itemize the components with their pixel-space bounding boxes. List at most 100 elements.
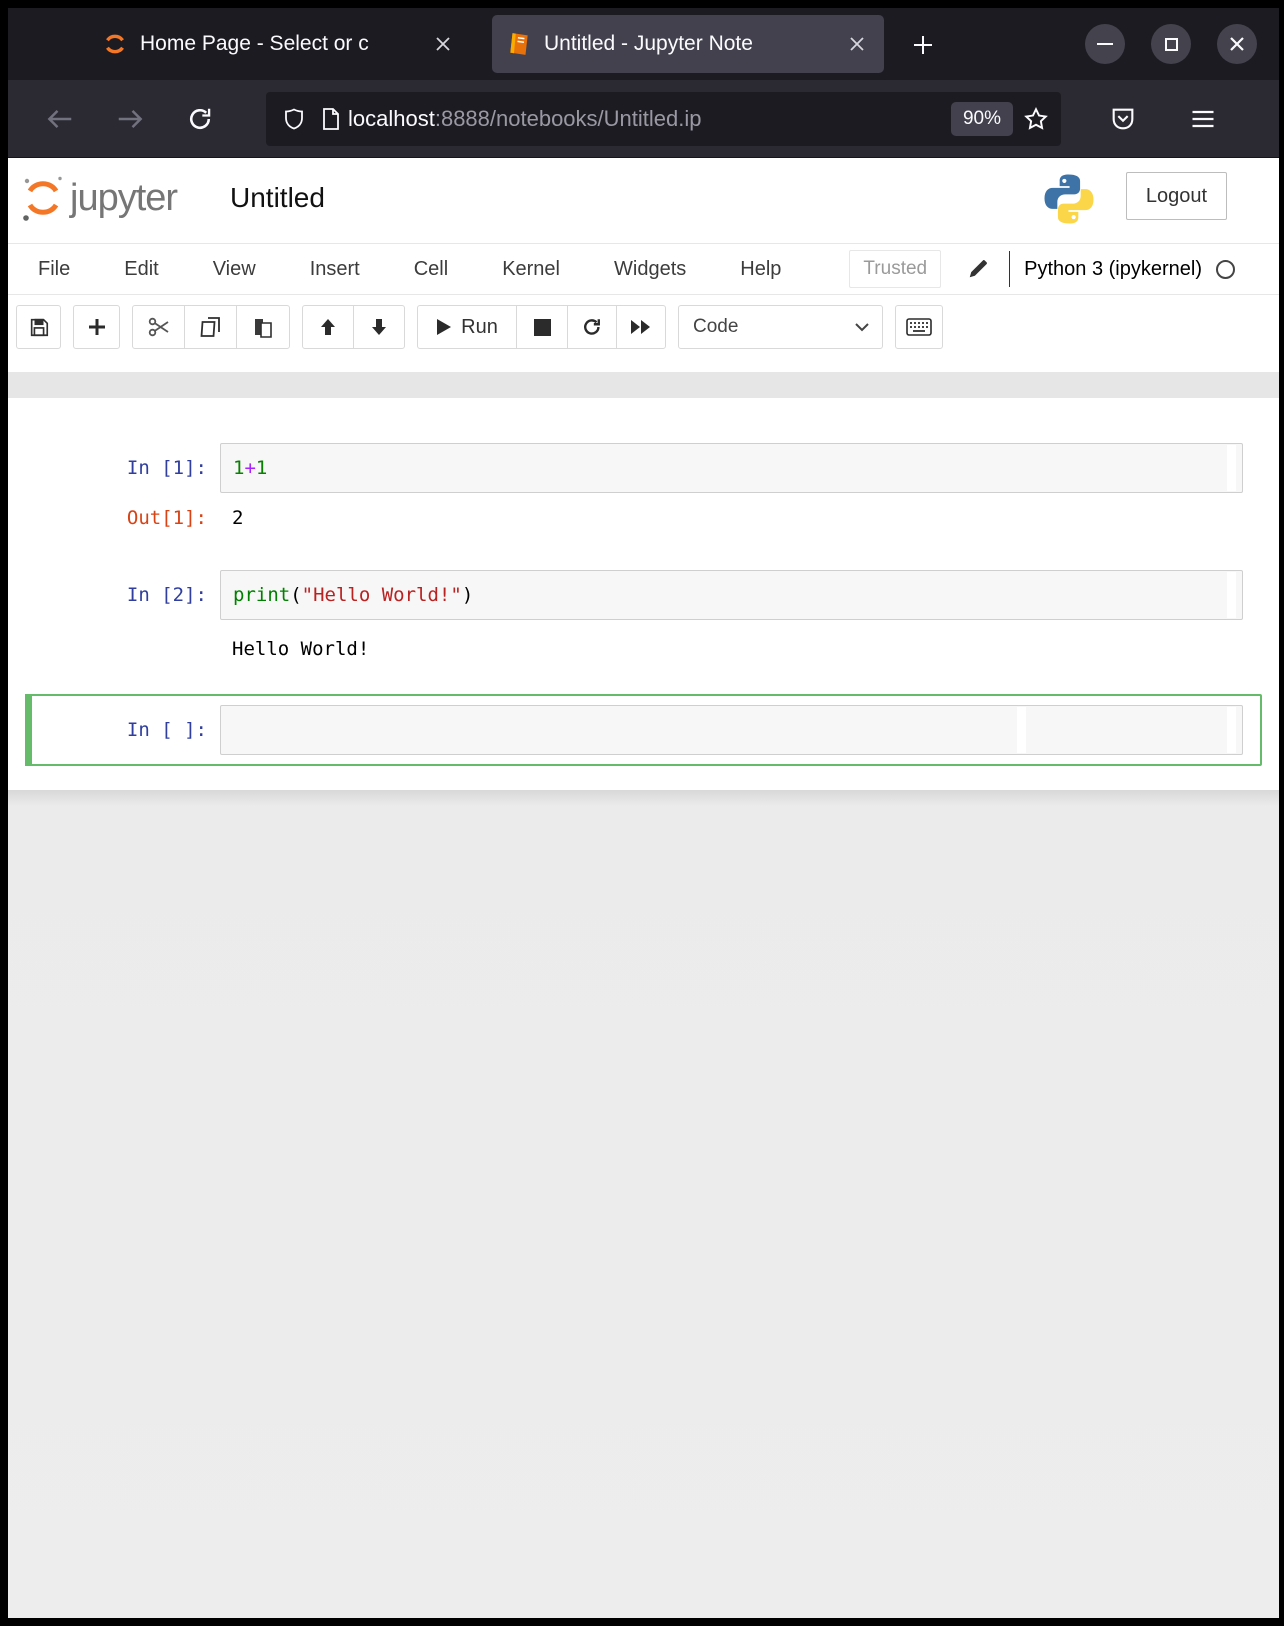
output-prompt-spacer xyxy=(27,636,220,662)
menu-hamburger-icon[interactable] xyxy=(1181,97,1225,141)
reload-icon[interactable] xyxy=(178,97,222,141)
url-path: :8888/notebooks/Untitled.ip xyxy=(435,106,702,131)
copy-cells-button[interactable] xyxy=(184,305,237,349)
trusted-badge[interactable]: Trusted xyxy=(849,250,941,288)
menu-kernel[interactable]: Kernel xyxy=(502,258,560,281)
bookmark-star-icon[interactable] xyxy=(1023,106,1049,132)
input-prompt: In [ ]: xyxy=(27,705,220,743)
cell-input-row: In [2]: print("Hello World!") xyxy=(27,570,1243,620)
output-value: 2 xyxy=(220,505,243,531)
cell-output-row: Hello World! xyxy=(27,636,1243,662)
edit-pencil-icon[interactable] xyxy=(963,258,993,280)
minimize-icon[interactable] xyxy=(1085,24,1125,64)
copy-icon xyxy=(199,315,223,339)
menu-insert[interactable]: Insert xyxy=(310,258,360,281)
stream-output: Hello World! xyxy=(220,636,369,662)
code-token: "Hello World!" xyxy=(302,584,462,606)
divider xyxy=(1009,251,1010,287)
paste-cells-button[interactable] xyxy=(236,305,290,349)
pocket-icon[interactable] xyxy=(1101,97,1145,141)
tab-home-page[interactable]: Home Page - Select or c xyxy=(88,15,470,73)
tab-untitled-notebook[interactable]: Untitled - Jupyter Note xyxy=(492,15,884,73)
code-cell-2[interactable]: In [2]: print("Hello World!") Hello Worl… xyxy=(25,559,1262,673)
tab-close-icon[interactable] xyxy=(430,31,456,57)
notebook-title[interactable]: Untitled xyxy=(230,182,325,214)
cell-type-dropdown[interactable]: Code xyxy=(678,305,883,349)
menu-help[interactable]: Help xyxy=(740,258,781,281)
save-icon xyxy=(28,316,50,338)
run-button[interactable]: Run xyxy=(417,305,517,349)
input-prompt: In [1]: xyxy=(27,443,220,481)
jupyter-favicon-icon xyxy=(102,31,128,57)
jupyter-toolbar: Run Code xyxy=(8,295,1279,372)
notebook-favicon-icon xyxy=(506,31,532,57)
chevron-down-icon xyxy=(854,322,870,332)
python-logo-icon xyxy=(1041,170,1097,228)
zoom-level-badge[interactable]: 90% xyxy=(951,102,1013,136)
tab-bar: Home Page - Select or c Untitled - Jupyt… xyxy=(8,8,1279,80)
restart-kernel-button[interactable] xyxy=(567,305,617,349)
code-token: ) xyxy=(462,584,473,606)
menu-edit[interactable]: Edit xyxy=(124,258,158,281)
logout-button[interactable]: Logout xyxy=(1126,172,1227,220)
cell-output-row: Out[1]: 2 xyxy=(27,505,1243,531)
menu-cell[interactable]: Cell xyxy=(414,258,448,281)
add-cell-button[interactable] xyxy=(73,305,120,349)
menu-widgets[interactable]: Widgets xyxy=(614,258,686,281)
text-cursor xyxy=(1017,707,1026,753)
browser-window: Home Page - Select or c Untitled - Jupyt… xyxy=(8,8,1279,1618)
notebook-container: In [1]: 1+1 Out[1]: 2 In [2]: print("Hel… xyxy=(8,398,1279,790)
move-cell-up-button[interactable] xyxy=(302,305,354,349)
code-token: 1 xyxy=(256,457,267,479)
arrow-up-icon xyxy=(318,317,338,337)
move-cell-down-button[interactable] xyxy=(353,305,405,349)
menu-file[interactable]: File xyxy=(38,258,70,281)
browser-nav-toolbar: localhost:8888/notebooks/Untitled.ip 90% xyxy=(8,80,1279,158)
keyboard-icon xyxy=(906,318,932,336)
command-palette-button[interactable] xyxy=(895,305,943,349)
plus-icon xyxy=(87,317,107,337)
window-controls xyxy=(1085,24,1257,64)
jupyter-logo-text: jupyter xyxy=(70,174,177,222)
close-icon[interactable] xyxy=(1217,24,1257,64)
code-editor[interactable]: 1+1 xyxy=(220,443,1243,493)
restart-run-all-button[interactable] xyxy=(616,305,666,349)
maximize-icon[interactable] xyxy=(1151,24,1191,64)
code-cell-1[interactable]: In [1]: 1+1 Out[1]: 2 xyxy=(25,432,1262,542)
menu-view[interactable]: View xyxy=(213,258,256,281)
cell-input-row: In [ ]: xyxy=(27,705,1243,755)
page-icon[interactable] xyxy=(320,107,342,131)
page-background-gap xyxy=(8,372,1279,398)
tab-close-icon[interactable] xyxy=(844,31,870,57)
fast-forward-icon xyxy=(630,319,652,335)
code-token: print xyxy=(233,584,290,606)
interrupt-kernel-button[interactable] xyxy=(516,305,568,349)
code-token: ( xyxy=(290,584,301,606)
back-icon[interactable] xyxy=(38,97,82,141)
jupyter-header: jupyter Untitled Logout xyxy=(8,158,1279,243)
forward-icon[interactable] xyxy=(108,97,152,141)
url-host: localhost xyxy=(348,106,435,131)
output-prompt: Out[1]: xyxy=(27,505,220,531)
restart-icon xyxy=(581,316,603,338)
code-editor[interactable]: print("Hello World!") xyxy=(220,570,1243,620)
jupyter-logo[interactable]: jupyter xyxy=(20,174,177,224)
page-background xyxy=(8,790,1279,1618)
shield-icon[interactable] xyxy=(282,107,306,131)
new-tab-icon[interactable] xyxy=(906,28,940,62)
kernel-idle-icon xyxy=(1216,260,1235,279)
input-prompt: In [2]: xyxy=(27,570,220,608)
code-editor-empty[interactable] xyxy=(220,705,1243,755)
code-cell-3-selected[interactable]: In [ ]: xyxy=(25,694,1262,766)
save-button[interactable] xyxy=(16,305,61,349)
url-text[interactable]: localhost:8888/notebooks/Untitled.ip xyxy=(348,106,945,132)
stop-icon xyxy=(534,319,551,336)
code-token: + xyxy=(244,457,255,479)
url-bar[interactable]: localhost:8888/notebooks/Untitled.ip 90% xyxy=(266,92,1061,146)
code-token: 1 xyxy=(233,457,244,479)
arrow-down-icon xyxy=(369,317,389,337)
kernel-name: Python 3 (ipykernel) xyxy=(1024,258,1202,281)
play-icon xyxy=(436,318,452,336)
cut-cell-button[interactable] xyxy=(132,305,185,349)
cell-input-row: In [1]: 1+1 xyxy=(27,443,1243,493)
